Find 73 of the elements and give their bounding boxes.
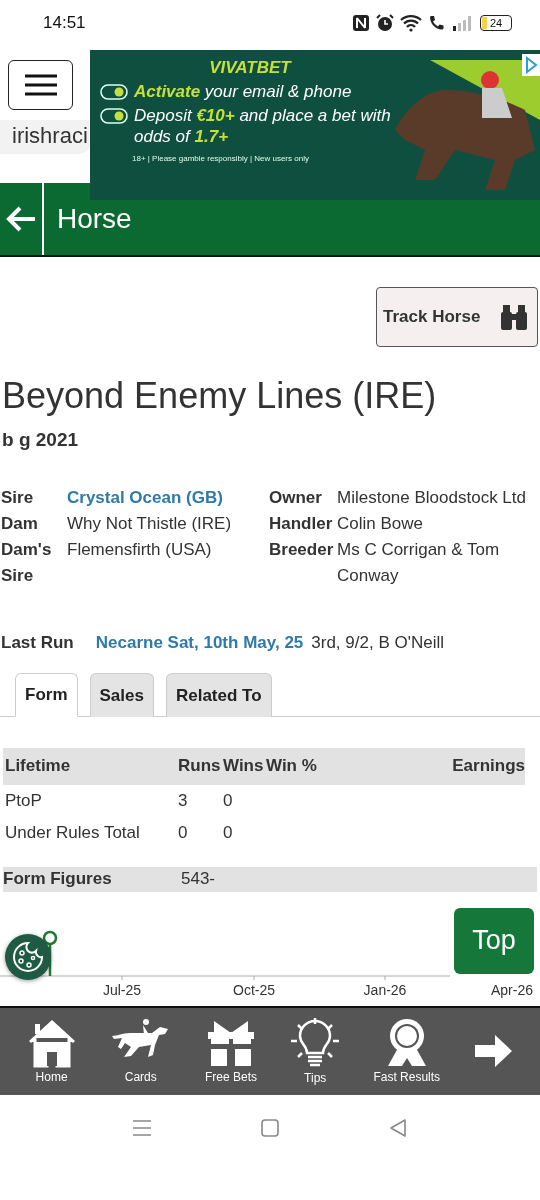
connection-value: Colin Bowe bbox=[337, 513, 424, 535]
next-button[interactable] bbox=[473, 1034, 514, 1068]
nav-item[interactable]: Fast Results bbox=[373, 1018, 441, 1084]
horse-details: b g 2021 bbox=[2, 429, 80, 451]
signal-icon bbox=[452, 14, 474, 31]
advert-banner[interactable]: VIVATBET Activate your email & phone Deposit €10+ and place a bet with odds of 1.7+ 18+ | Please gamble responsibly | New users only bbox=[90, 50, 540, 200]
toggle-icon bbox=[100, 108, 128, 124]
page-title: Horse bbox=[57, 203, 132, 235]
back-arrow-icon bbox=[5, 205, 37, 233]
last-run-label: Last Run bbox=[1, 633, 74, 653]
nav-item[interactable]: Tips bbox=[290, 1017, 341, 1085]
table-cell-text: PtoP bbox=[4, 790, 43, 811]
column-header: Earnings bbox=[451, 756, 525, 776]
connection-label: Handler bbox=[269, 513, 334, 535]
menu-icon bbox=[23, 74, 58, 96]
axis-label: Apr-26 bbox=[491, 981, 533, 998]
advert-disclaimer: 18+ | Please gamble responsibly | New users only bbox=[131, 154, 310, 163]
back-icon[interactable] bbox=[388, 1117, 408, 1138]
connection-label: Breeder bbox=[269, 539, 335, 561]
column-header: Win % bbox=[266, 756, 318, 776]
pedigree-value[interactable]: Crystal Ocean (GB) bbox=[67, 485, 269, 511]
tab[interactable]: Sales bbox=[89, 673, 154, 717]
connection-value: Milestone Bloodstock Ltd bbox=[337, 487, 527, 509]
track-horse-button[interactable]: Track Horse bbox=[376, 287, 538, 347]
pedigree-label: Dam bbox=[1, 513, 39, 535]
table-cell-text: 0 bbox=[223, 822, 234, 843]
axis-label: Jan-26 bbox=[363, 981, 407, 998]
table-cell-text: Under Rules Total bbox=[4, 822, 141, 843]
table-cell-text: 0 bbox=[178, 822, 189, 843]
site-logo-band[interactable]: irishraci bbox=[0, 120, 90, 154]
tab[interactable]: Form bbox=[15, 673, 78, 717]
nav-item[interactable]: Home bbox=[26, 1018, 77, 1084]
connection-label: Owner bbox=[269, 487, 323, 509]
cookie-settings-button[interactable] bbox=[5, 933, 51, 980]
binoculars-icon bbox=[499, 302, 529, 332]
connection-value: Ms C Corrigan & Tom Conway bbox=[337, 539, 501, 587]
pedigree-value: Flemensfirth (USA) bbox=[67, 539, 213, 561]
form-figures-value: 543- bbox=[181, 869, 216, 889]
table-cell-text: 0 bbox=[223, 790, 234, 811]
horse-name: Beyond Enemy Lines (IRE) bbox=[2, 375, 438, 417]
nfc-icon bbox=[352, 13, 370, 32]
pedigree-label: Sire bbox=[1, 487, 35, 509]
house-icon bbox=[26, 1018, 77, 1068]
lightbulb-icon bbox=[290, 1017, 341, 1069]
gift-icon bbox=[206, 1018, 256, 1068]
form-figures-label: Form Figures bbox=[3, 869, 113, 889]
advert-text: Deposit €10+ and place a bet with odds of 1.7+ bbox=[134, 105, 392, 147]
call-icon bbox=[428, 13, 446, 32]
column-header: Runs bbox=[178, 756, 222, 776]
tab[interactable]: Related To bbox=[165, 673, 272, 717]
pedigree-value: Why Not Thistle (IRE) bbox=[67, 513, 233, 535]
nav-item[interactable]: Free Bets bbox=[205, 1018, 258, 1084]
battery-icon: 24 bbox=[480, 14, 512, 31]
ad-info-icon[interactable] bbox=[522, 54, 540, 76]
column-header: Wins bbox=[223, 756, 265, 776]
axis-label: Oct-25 bbox=[233, 981, 275, 998]
advert-text: Activate your email & phone bbox=[134, 81, 352, 102]
toggle-icon bbox=[100, 84, 128, 100]
axis-label: Jul-25 bbox=[102, 981, 142, 998]
pedigree-label: Dam's Sire bbox=[1, 539, 51, 587]
advert-brand: VIVATBET bbox=[208, 58, 293, 78]
right-arrow-icon bbox=[473, 1034, 514, 1068]
alarm-icon bbox=[376, 13, 394, 32]
nav-item[interactable]: Cards bbox=[109, 1018, 172, 1084]
wifi-icon bbox=[400, 13, 422, 32]
back-to-top-button[interactable]: Top bbox=[454, 907, 534, 974]
column-header: Lifetime bbox=[4, 756, 72, 776]
status-time: 14:51 bbox=[43, 12, 86, 33]
last-run-result: 3rd, 9/2, B O'Neill bbox=[311, 633, 444, 653]
menu-button[interactable] bbox=[8, 60, 73, 110]
home-icon[interactable] bbox=[260, 1117, 280, 1138]
last-run-link[interactable]: Necarne Sat, 10th May, 25 bbox=[95, 633, 304, 653]
table-cell-text: 3 bbox=[178, 790, 189, 811]
